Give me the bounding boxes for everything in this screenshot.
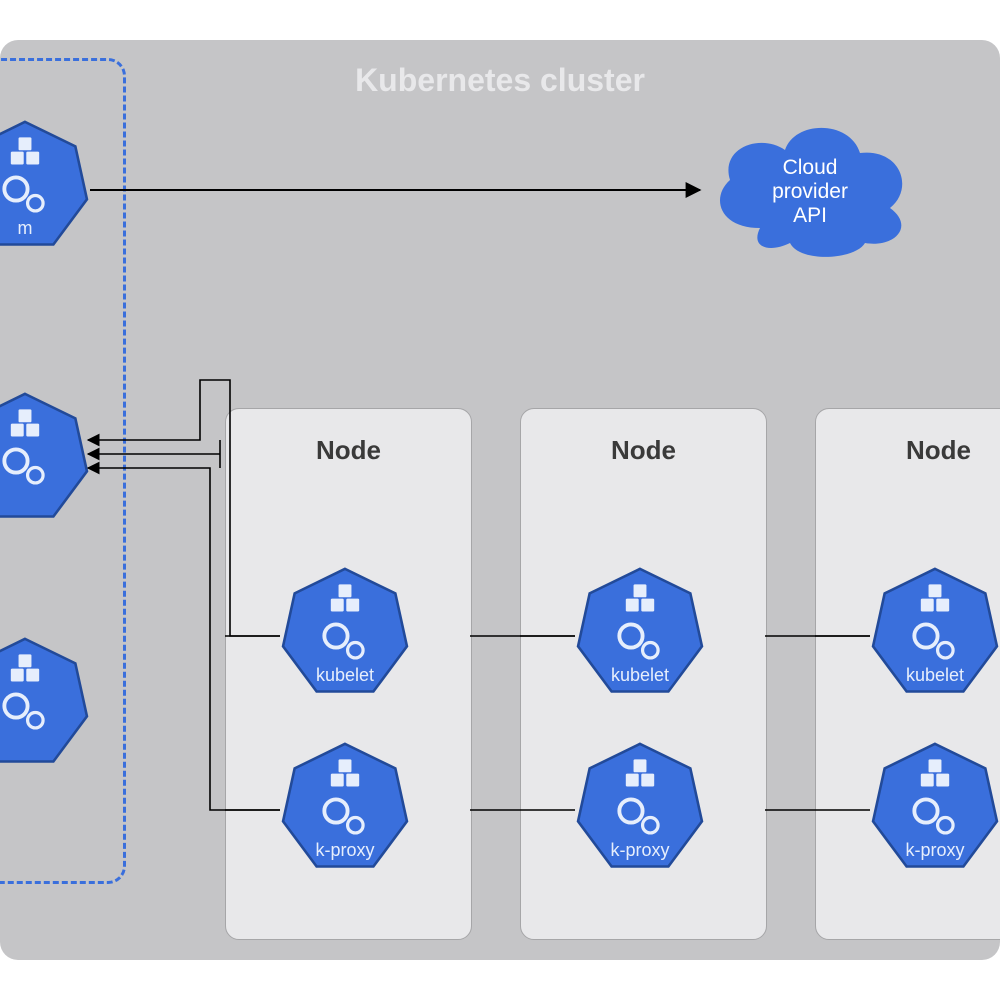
- heptagon-icon: [575, 565, 705, 707]
- kubelet-2: kubelet: [575, 565, 705, 707]
- control-plane-component-api: [0, 390, 90, 532]
- node-title: Node: [816, 435, 1000, 466]
- control-plane-component-sched: [0, 635, 90, 777]
- heptagon-icon: [0, 390, 90, 532]
- heptagon-icon: [575, 740, 705, 882]
- heptagon-icon: [870, 740, 1000, 882]
- kproxy-1: k-proxy: [280, 740, 410, 882]
- cluster-title: Kubernetes cluster: [0, 62, 1000, 99]
- cloud-label: Cloud provider API: [700, 156, 920, 228]
- kubelet-1: kubelet: [280, 565, 410, 707]
- kproxy-2: k-proxy: [575, 740, 705, 882]
- node-title: Node: [226, 435, 471, 466]
- heptagon-icon: [0, 118, 90, 260]
- heptagon-icon: [0, 635, 90, 777]
- node-title: Node: [521, 435, 766, 466]
- cloud-provider-api: Cloud provider API: [700, 108, 920, 268]
- heptagon-icon: [870, 565, 1000, 707]
- kubelet-3: kubelet: [870, 565, 1000, 707]
- heptagon-icon: [280, 565, 410, 707]
- control-plane-component-ccm: m: [0, 118, 90, 260]
- kproxy-3: k-proxy: [870, 740, 1000, 882]
- heptagon-icon: [280, 740, 410, 882]
